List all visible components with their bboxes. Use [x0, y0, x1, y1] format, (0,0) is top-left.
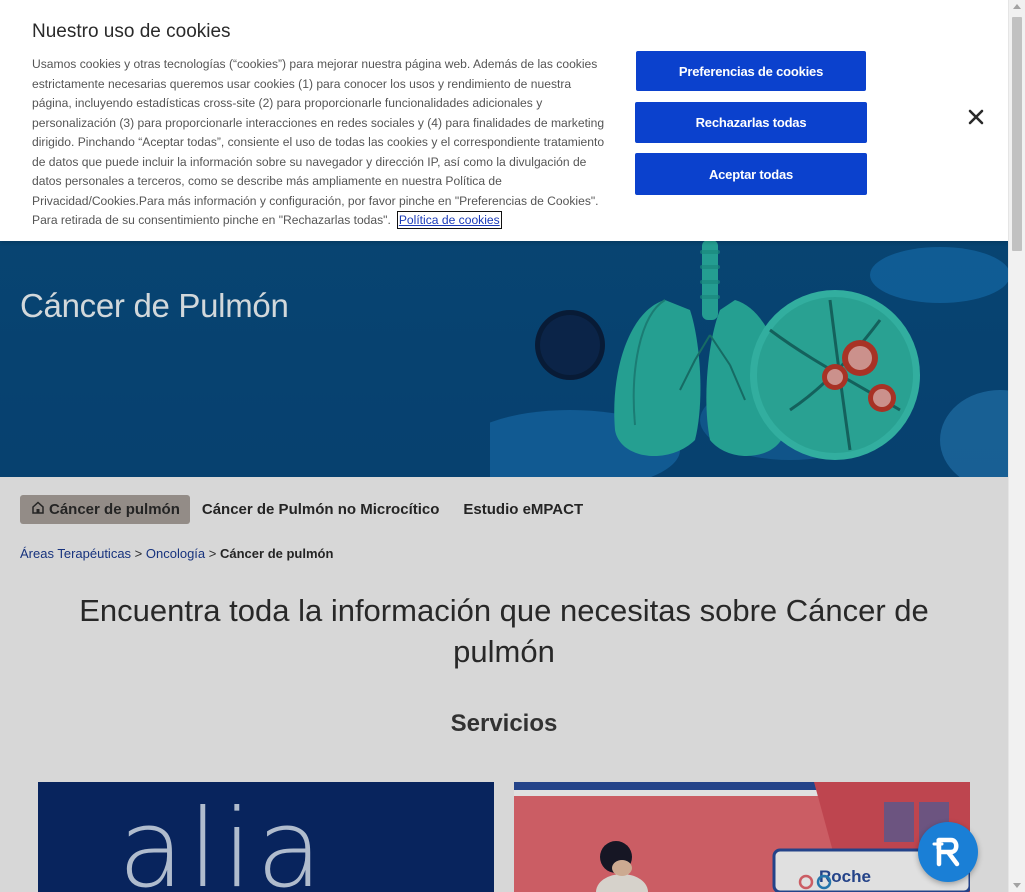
assistant-chat-button[interactable] [918, 822, 978, 882]
section-tabs: Cáncer de pulmón Cáncer de Pulmón no Mic… [20, 495, 595, 524]
scroll-up-icon[interactable] [1013, 4, 1021, 9]
services-heading: Servicios [450, 710, 558, 737]
breadcrumb: Áreas Terapéuticas > Oncología > Cáncer … [20, 546, 333, 561]
breadcrumb-link-oncologia[interactable]: Oncología [146, 546, 205, 561]
hero-title: Cáncer de Pulmón [20, 287, 289, 324]
tab-label: Estudio eMPACT [463, 501, 584, 518]
home-icon [32, 501, 44, 518]
lung-illustration [490, 240, 1008, 477]
close-icon[interactable] [966, 107, 986, 127]
tab-label: Cáncer de pulmón [49, 501, 180, 518]
cookie-banner: Nuestro uso de cookies Usamos cookies y … [0, 0, 1008, 241]
scrollbar-thumb[interactable] [1012, 17, 1022, 251]
page-heading: Encuentra toda la información que necesi… [79, 593, 929, 669]
cookie-reject-button[interactable]: Rechazarlas todas [635, 102, 867, 143]
breadcrumb-link-areas[interactable]: Áreas Terapéuticas [20, 546, 131, 561]
cookie-preferences-button[interactable]: Preferencias de cookies [636, 51, 866, 91]
service-card-illustration[interactable]: Roche [514, 782, 970, 892]
cookie-body-text: Usamos cookies y otras tecnologías (“coo… [32, 57, 605, 227]
breadcrumb-current: Cáncer de pulmón [220, 546, 334, 561]
page: Cáncer de Pulmón Cáncer de pulmón Cáncer… [0, 0, 1008, 892]
alia-logo: alia [118, 787, 327, 892]
service-card-alia[interactable]: alia [38, 782, 494, 892]
service-illustration: Roche [514, 782, 970, 892]
tab-cancer-de-pulmon[interactable]: Cáncer de pulmón [20, 495, 190, 524]
scroll-down-icon[interactable] [1013, 883, 1021, 888]
assistant-logo-icon [932, 837, 960, 867]
vertical-scrollbar[interactable] [1008, 0, 1025, 892]
cookie-body: Usamos cookies y otras tecnologías (“coo… [32, 55, 612, 231]
tab-cancer-pulmon-no-microcitico[interactable]: Cáncer de Pulmón no Microcítico [190, 495, 452, 524]
cookie-accept-button[interactable]: Aceptar todas [635, 153, 867, 195]
cookie-policy-link[interactable]: Política de cookies [396, 211, 502, 229]
tab-label: Cáncer de Pulmón no Microcítico [201, 501, 440, 518]
cookie-title: Nuestro uso de cookies [32, 21, 231, 42]
breadcrumb-separator: > [208, 546, 217, 561]
tab-estudio-empact[interactable]: Estudio eMPACT [451, 495, 595, 524]
breadcrumb-separator: > [134, 546, 143, 561]
